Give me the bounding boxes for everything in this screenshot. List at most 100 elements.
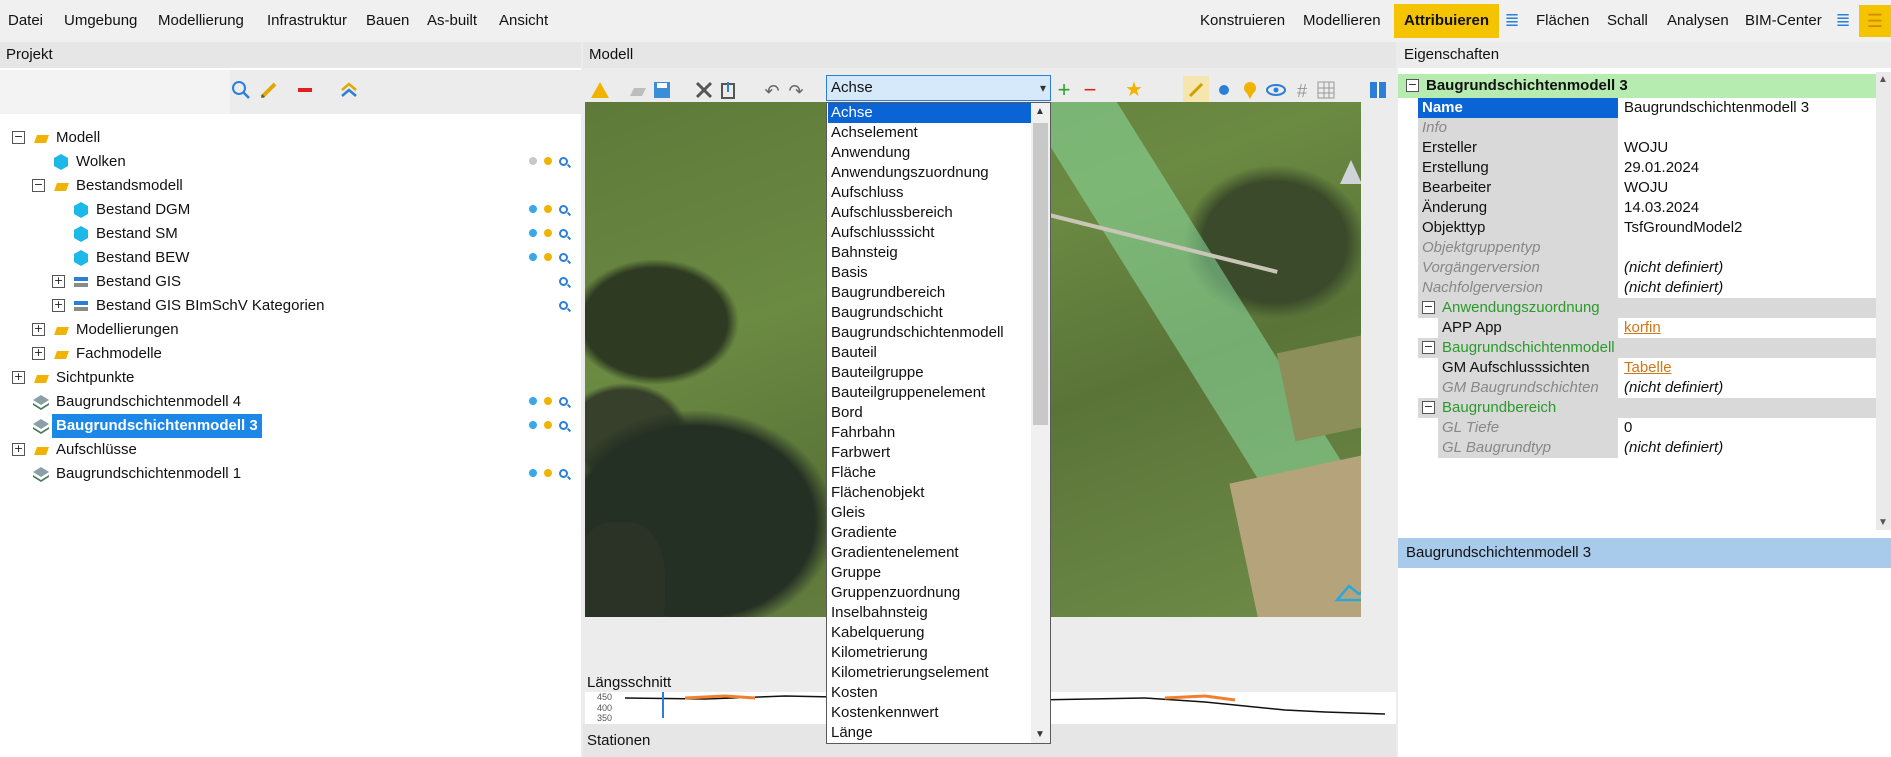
dropdown-option[interactable]: Kilometrierungselement (828, 663, 1032, 683)
dropdown-option[interactable]: Inselbahnsteig (828, 603, 1032, 623)
tree-node-modellierungen[interactable]: + Modellierungen (0, 318, 581, 342)
scroll-up-icon[interactable]: ▲ (1878, 74, 1888, 85)
layer-icon[interactable] (627, 80, 649, 102)
property-value[interactable]: Tabelle (1620, 358, 1876, 378)
dropdown-option[interactable]: Gradiente (828, 523, 1032, 543)
expand-toggle[interactable]: + (32, 323, 45, 336)
tree-node-sichtpunkte[interactable]: + Sichtpunkte (0, 366, 581, 390)
import-icon[interactable] (717, 80, 739, 102)
expand-toggle[interactable]: + (52, 275, 65, 288)
dropdown-option[interactable]: Aufschlusssicht (828, 223, 1032, 243)
grid-icon[interactable]: # (1291, 80, 1313, 102)
menu-as-built[interactable]: As-built (427, 12, 477, 29)
property-group-header[interactable]: − Baugrundschichtenmodell 3 (1398, 74, 1876, 98)
scroll-down-icon[interactable]: ▼ (1035, 729, 1045, 740)
pin-icon[interactable] (1183, 76, 1209, 104)
dropdown-option[interactable]: Achselement (828, 123, 1032, 143)
scrollbar-thumb[interactable] (1033, 123, 1048, 425)
menu-flaechen[interactable]: Flächen (1536, 12, 1589, 29)
redo-icon[interactable]: ↷ (785, 80, 807, 102)
tree-node-aufschluesse[interactable]: + Aufschlüsse (0, 438, 581, 462)
dropdown-option[interactable]: Kostenkennwert (828, 703, 1032, 723)
dropdown-option[interactable]: Gradientenelement (828, 543, 1032, 563)
dropdown-option[interactable]: Anwendungszuordnung (828, 163, 1032, 183)
eye-icon[interactable] (1265, 80, 1287, 102)
dropdown-option[interactable]: Gruppe (828, 563, 1032, 583)
dropdown-option[interactable]: Kabelquerung (828, 623, 1032, 643)
property-row[interactable]: Ersteller WOJU (1398, 138, 1878, 158)
expand-toggle[interactable]: + (12, 443, 25, 456)
layer-status-dots[interactable] (529, 246, 568, 270)
dropdown-option[interactable]: Kosten (828, 683, 1032, 703)
tree-node-bestand-sm[interactable]: Bestand SM (0, 222, 581, 246)
list-icon[interactable]: ≣ (1833, 10, 1853, 30)
collapse-toggle[interactable]: − (1422, 341, 1435, 354)
dropdown-option[interactable]: Basis (828, 263, 1032, 283)
table-grid-icon[interactable] (1315, 80, 1337, 102)
add-icon[interactable]: + (1053, 79, 1075, 101)
layer-status-dots[interactable] (529, 198, 568, 222)
collapse-toggle[interactable]: − (1422, 301, 1435, 314)
dropdown-option[interactable]: Bauteilgruppenelement (828, 383, 1032, 403)
menu-modellieren[interactable]: Modellieren (1303, 12, 1381, 29)
menu-infrastruktur[interactable]: Infrastruktur (267, 12, 347, 29)
tree-node-modell[interactable]: − Modell (0, 126, 581, 150)
list-icon[interactable]: ≣ (1502, 10, 1522, 30)
layer-status-dots[interactable] (529, 462, 568, 486)
dropdown-option[interactable]: Bord (828, 403, 1032, 423)
property-row[interactable]: Erstellung 29.01.2024 (1398, 158, 1878, 178)
dropdown-option[interactable]: Fläche (828, 463, 1032, 483)
menu-konstruieren[interactable]: Konstruieren (1200, 12, 1285, 29)
dropdown-option[interactable]: Bahnsteig (828, 243, 1032, 263)
split-view-icon[interactable] (1367, 80, 1389, 102)
property-group-header[interactable]: − Baugrundbereich (1418, 398, 1876, 418)
warning-icon[interactable] (589, 80, 611, 102)
tree-node-baugrundschichtenmodell-4[interactable]: Baugrundschichtenmodell 4 (0, 390, 581, 414)
menu-bim-center[interactable]: BIM-Center (1745, 12, 1822, 29)
menu-bauen[interactable]: Bauen (366, 12, 409, 29)
collapse-toggle[interactable]: − (32, 179, 45, 192)
property-row[interactable]: Bearbeiter WOJU (1398, 178, 1878, 198)
dropdown-option[interactable]: Baugrundschicht (828, 303, 1032, 323)
dropdown-scrollbar[interactable]: ▲ ▼ (1031, 103, 1050, 743)
dropdown-option[interactable]: Fahrbahn (828, 423, 1032, 443)
tree-node-fachmodelle[interactable]: + Fachmodelle (0, 342, 581, 366)
tree-node-bestand-gis-bimschv[interactable]: + Bestand GIS BImSchV Kategorien (0, 294, 581, 318)
property-row[interactable]: Info (1398, 118, 1878, 138)
property-row[interactable]: APP App korfin (1398, 318, 1878, 338)
property-row[interactable]: Objekttyp TsfGroundModel2 (1398, 218, 1878, 238)
menu-ansicht[interactable]: Ansicht (499, 12, 548, 29)
dropdown-option[interactable]: Bauteilgruppe (828, 363, 1032, 383)
menu-analysen[interactable]: Analysen (1667, 12, 1729, 29)
collapse-all-icon[interactable] (338, 80, 360, 102)
dropdown-option[interactable]: Kilometrierung (828, 643, 1032, 663)
search-icon[interactable] (230, 80, 252, 102)
north-arrow-icon[interactable] (1340, 160, 1361, 184)
expand-toggle[interactable]: + (12, 371, 25, 384)
star-icon[interactable]: ★ (1123, 79, 1145, 101)
property-row[interactable]: GL Tiefe 0 (1398, 418, 1878, 438)
menu-datei[interactable]: Datei (8, 12, 43, 29)
property-row[interactable]: Name Baugrundschichtenmodell 3 (1398, 98, 1878, 118)
dropdown-option[interactable]: Baugrundschichtenmodell (828, 323, 1032, 343)
property-row[interactable]: Objektgruppentyp (1398, 238, 1878, 258)
tree-node-wolken[interactable]: Wolken (0, 150, 581, 174)
collapse-toggle[interactable]: − (1406, 79, 1419, 92)
menu-umgebung[interactable]: Umgebung (64, 12, 137, 29)
object-type-dropdown-list[interactable]: Achse Achselement Anwendung Anwendungszuord… (826, 102, 1051, 744)
scroll-up-icon[interactable]: ▲ (1035, 106, 1045, 117)
dropdown-option[interactable]: Achse (828, 103, 1032, 123)
bulleted-list-icon[interactable]: ☰ (1859, 5, 1891, 37)
save-icon[interactable] (651, 80, 673, 102)
menu-schall[interactable]: Schall (1607, 12, 1648, 29)
object-type-select[interactable]: Achse ▾ (826, 75, 1051, 101)
expand-toggle[interactable]: + (52, 299, 65, 312)
property-row[interactable]: GM Aufschlusssichten Tabelle (1398, 358, 1878, 378)
collapse-toggle[interactable]: − (1422, 401, 1435, 414)
layer-status-dots[interactable] (559, 270, 568, 294)
pencil-icon[interactable] (258, 80, 280, 102)
tree-node-baugrundschichtenmodell-3[interactable]: Baugrundschichtenmodell 3 (0, 414, 581, 438)
dropdown-option[interactable]: Länge (828, 723, 1032, 743)
tree-node-bestand-bew[interactable]: Bestand BEW (0, 246, 581, 270)
dropdown-option[interactable]: Gruppenzuordnung (828, 583, 1032, 603)
